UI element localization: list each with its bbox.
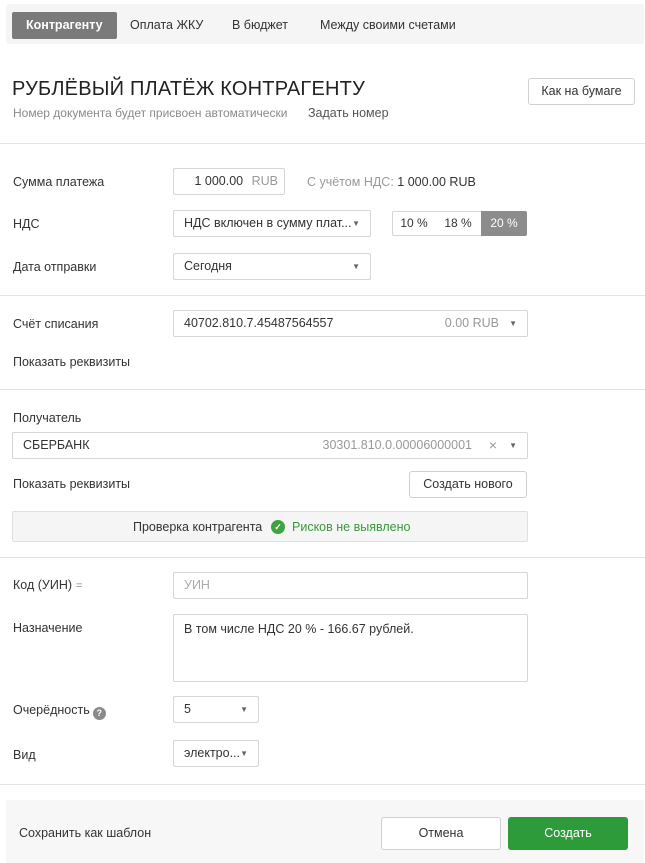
payment-type-tabs: Контрагенту Оплата ЖКУ В бюджет Между св… <box>6 4 644 44</box>
check-circle-icon: ✓ <box>271 520 285 534</box>
purpose-value: В том числе НДС 20 % - 166.67 рублей. <box>184 622 414 636</box>
date-select[interactable]: Сегодня ▼ <box>173 253 371 280</box>
page-title: РУБЛЁВЫЙ ПЛАТЁЖ КОНТРАГЕНТУ <box>12 78 365 100</box>
debit-account-number: 40702.810.7.45487564557 <box>184 316 334 330</box>
save-template-link[interactable]: Сохранить как шаблон <box>19 826 151 840</box>
divider <box>0 557 645 558</box>
priority-label: Очерёдность <box>13 703 90 717</box>
recipient-name: СБЕРБАНК <box>23 438 90 452</box>
vat-rate-10[interactable]: 10 % <box>392 211 436 236</box>
chevron-down-icon: ▼ <box>509 319 517 328</box>
amount-currency: RUB <box>251 174 278 188</box>
counterparty-check-label: Проверка контрагента <box>133 520 263 534</box>
priority-label-row: Очерёдность? <box>13 703 106 720</box>
create-button[interactable]: Создать <box>508 817 628 850</box>
divider <box>0 295 645 296</box>
debit-account-balance: 0.00 RUB <box>444 316 499 330</box>
kind-label: Вид <box>13 748 36 762</box>
tab-utilities[interactable]: Оплата ЖКУ <box>116 12 217 39</box>
vat-select[interactable]: НДС включен в сумму плат... ▼ <box>173 210 371 237</box>
counterparty-check-result: Рисков не выявлено <box>292 520 411 534</box>
priority-select[interactable]: 5 ▼ <box>173 696 259 723</box>
clear-icon[interactable]: × <box>489 433 497 458</box>
show-account-details-link[interactable]: Показать реквизиты <box>13 355 130 369</box>
document-number-note: Номер документа будет присвоен автоматич… <box>13 106 288 120</box>
debit-account-select[interactable]: 40702.810.7.45487564557 0.00 RUB ▼ <box>173 310 528 337</box>
kind-select[interactable]: электро... ▼ <box>173 740 259 767</box>
debit-account-label: Счёт списания <box>13 317 99 331</box>
divider <box>0 389 645 390</box>
recipient-select[interactable]: СБЕРБАНК 30301.810.0.00006000001 × ▼ <box>12 432 528 459</box>
chevron-down-icon: ▼ <box>352 262 360 271</box>
with-vat-label: С учётом НДС: <box>307 175 394 189</box>
create-new-recipient-button[interactable]: Создать нового <box>409 471 527 498</box>
recipient-label: Получатель <box>13 411 82 425</box>
tab-budget[interactable]: В бюджет <box>218 12 302 39</box>
kind-value: электро... <box>184 746 241 760</box>
uin-label-row: Код (УИН) = <box>13 578 82 592</box>
tab-counterparty[interactable]: Контрагенту <box>12 12 117 39</box>
equals-icon: = <box>76 580 83 592</box>
uin-label: Код (УИН) <box>13 578 73 592</box>
chevron-down-icon: ▼ <box>240 705 248 714</box>
chevron-down-icon: ▼ <box>352 219 360 228</box>
date-value: Сегодня <box>184 259 232 273</box>
paper-view-button[interactable]: Как на бумаге <box>528 78 635 105</box>
with-vat-summary: С учётом НДС: 1 000.00 RUB <box>307 175 476 189</box>
amount-input[interactable]: 1 000.00 RUB <box>173 168 285 195</box>
vat-rate-18[interactable]: 18 % <box>435 211 482 236</box>
divider <box>0 784 645 785</box>
with-vat-value: 1 000.00 RUB <box>397 175 476 189</box>
divider <box>0 143 645 144</box>
cancel-button[interactable]: Отмена <box>381 817 501 850</box>
purpose-label: Назначение <box>13 621 83 635</box>
vat-label: НДС <box>13 217 40 231</box>
purpose-textarea[interactable]: В том числе НДС 20 % - 166.67 рублей. <box>173 614 528 682</box>
uin-placeholder: УИН <box>184 578 210 592</box>
priority-value: 5 <box>184 702 191 716</box>
amount-value: 1 000.00 <box>194 174 244 188</box>
set-number-link[interactable]: Задать номер <box>308 106 389 120</box>
show-recipient-details-link[interactable]: Показать реквизиты <box>13 477 130 491</box>
chevron-down-icon: ▼ <box>509 441 517 450</box>
counterparty-check-panel: Проверка контрагента ✓ Рисков не выявлен… <box>12 511 528 542</box>
vat-select-value: НДС включен в сумму плат... <box>184 216 352 230</box>
help-icon[interactable]: ? <box>92 707 106 720</box>
date-label: Дата отправки <box>13 260 97 274</box>
recipient-account: 30301.810.0.00006000001 <box>322 438 472 452</box>
vat-rate-20[interactable]: 20 % <box>481 211 527 236</box>
amount-label: Сумма платежа <box>13 175 105 189</box>
tab-own-accounts[interactable]: Между своими счетами <box>306 12 470 39</box>
uin-input[interactable]: УИН <box>173 572 528 599</box>
chevron-down-icon: ▼ <box>240 749 248 758</box>
